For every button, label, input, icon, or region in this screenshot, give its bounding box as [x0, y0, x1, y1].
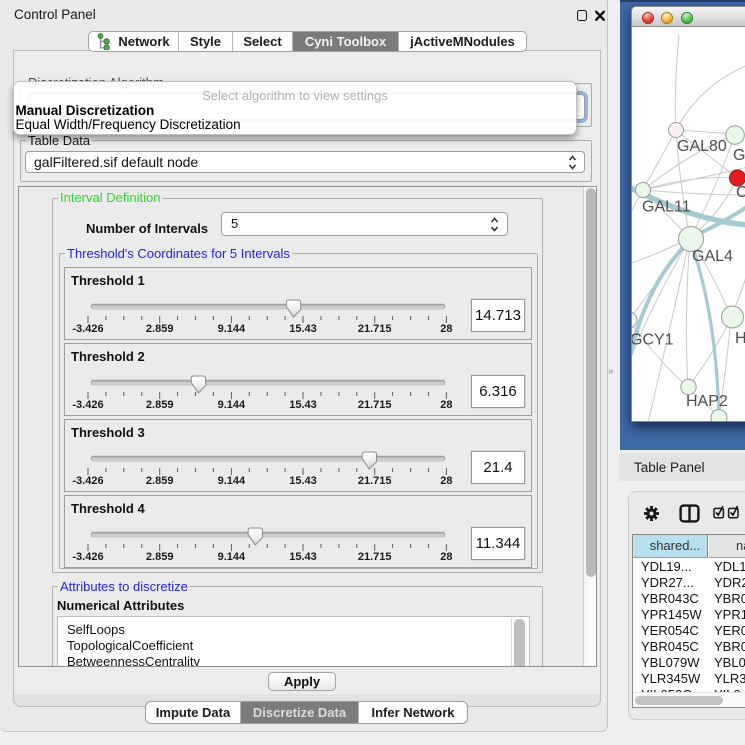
- svg-text:GAL11: GAL11: [642, 199, 691, 216]
- svg-text:21.715: 21.715: [358, 551, 392, 563]
- svg-text:15.43: 15.43: [289, 323, 317, 335]
- svg-text:HAP2: HAP2: [686, 393, 728, 410]
- svg-text:C: C: [736, 184, 745, 201]
- svg-text:28: 28: [440, 475, 452, 487]
- svg-text:-3.426: -3.426: [72, 551, 103, 563]
- svg-text:9.144: 9.144: [218, 551, 246, 563]
- svg-text:2.859: 2.859: [146, 551, 174, 563]
- svg-text:H: H: [735, 330, 745, 347]
- svg-text:21.715: 21.715: [358, 475, 392, 487]
- svg-text:2.859: 2.859: [146, 475, 174, 487]
- svg-text:GAL80: GAL80: [677, 138, 727, 155]
- svg-text:2.859: 2.859: [146, 323, 174, 335]
- svg-text:15.43: 15.43: [289, 475, 317, 487]
- svg-text:9.144: 9.144: [218, 323, 246, 335]
- svg-text:-3.426: -3.426: [72, 475, 103, 487]
- svg-text:GA: GA: [733, 147, 745, 164]
- svg-text:28: 28: [440, 551, 452, 563]
- svg-text:GCY1: GCY1: [632, 332, 674, 349]
- svg-text:28: 28: [440, 323, 452, 335]
- svg-text:-3.426: -3.426: [72, 323, 103, 335]
- svg-text:9.144: 9.144: [218, 399, 246, 411]
- svg-text:9.144: 9.144: [218, 475, 246, 487]
- svg-text:2.859: 2.859: [146, 399, 174, 411]
- svg-text:-3.426: -3.426: [72, 399, 103, 411]
- svg-text:21.715: 21.715: [358, 323, 392, 335]
- svg-text:21.715: 21.715: [358, 399, 392, 411]
- svg-text:15.43: 15.43: [289, 399, 317, 411]
- svg-text:15.43: 15.43: [289, 551, 317, 563]
- svg-text:GAL4: GAL4: [692, 248, 733, 265]
- svg-text:28: 28: [440, 399, 452, 411]
